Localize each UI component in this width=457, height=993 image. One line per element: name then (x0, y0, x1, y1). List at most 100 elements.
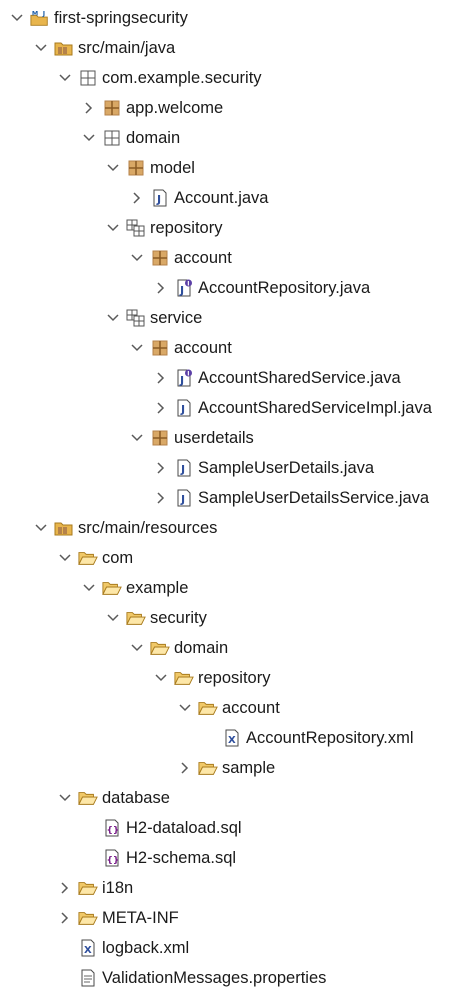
tree-item-account[interactable]: account (0, 243, 232, 273)
svg-text:{}: {} (107, 826, 120, 836)
chevron-right-icon[interactable] (154, 460, 168, 476)
tree-item-label: src/main/java (78, 39, 176, 57)
tree-item-label: repository (198, 669, 271, 687)
chevron-right-icon[interactable] (82, 100, 96, 116)
tree-item-label: sample (222, 759, 276, 777)
tree-item-repository[interactable]: repository (0, 663, 270, 693)
tree-item-label: logback.xml (102, 939, 190, 957)
tree-item-label: account (174, 339, 232, 357)
tree-item-label: META-INF (102, 909, 179, 927)
tree-item-accountrepository-xml[interactable]: X AccountRepository.xml (0, 723, 414, 753)
package-empty-icon (78, 69, 98, 87)
tree-item-database[interactable]: database (0, 783, 170, 813)
folder-open-icon (78, 789, 98, 807)
tree-item-app-welcome[interactable]: app.welcome (0, 93, 223, 123)
chevron-down-icon[interactable] (58, 790, 72, 806)
chevron-right-icon[interactable] (154, 400, 168, 416)
tree-item-label: service (150, 309, 203, 327)
chevron-down-icon[interactable] (106, 160, 120, 176)
tree-item-src-main-resources[interactable]: src/main/resources (0, 513, 217, 543)
tree-item-example[interactable]: example (0, 573, 188, 603)
tree-item-label: account (174, 249, 232, 267)
tree-item-logback-xml[interactable]: X logback.xml (0, 933, 189, 963)
folder-open-icon (174, 669, 194, 687)
java-file-icon: J (150, 189, 170, 207)
tree-item-sampleuserdetailsservice-java[interactable]: J SampleUserDetailsService.java (0, 483, 429, 513)
tree-item-label: account (222, 699, 280, 717)
chevron-down-icon[interactable] (178, 700, 192, 716)
chevron-right-icon[interactable] (58, 910, 72, 926)
chevron-down-icon[interactable] (130, 430, 144, 446)
chevron-down-icon[interactable] (58, 550, 72, 566)
tree-item-label: AccountSharedService.java (198, 369, 401, 387)
tree-item-sample[interactable]: sample (0, 753, 275, 783)
xml-file-icon: X (78, 939, 98, 957)
tree-item-accountsharedserviceimpl-java[interactable]: J AccountSharedServiceImpl.java (0, 393, 432, 423)
tree-item-i18n[interactable]: i18n (0, 873, 133, 903)
folder-open-icon (78, 879, 98, 897)
chevron-down-icon[interactable] (34, 520, 48, 536)
tree-item-repository[interactable]: repository (0, 213, 222, 243)
tree-item-label: domain (174, 639, 229, 657)
package-icon (150, 429, 170, 447)
chevron-right-icon[interactable] (154, 280, 168, 296)
folder-open-icon (78, 909, 98, 927)
chevron-down-icon[interactable] (10, 10, 24, 26)
tree-item-service[interactable]: service (0, 303, 202, 333)
tree-item-model[interactable]: model (0, 153, 195, 183)
tree-item-label: ValidationMessages.properties (102, 969, 327, 987)
tree-item-label: SampleUserDetails.java (198, 459, 375, 477)
tree-item-label: SampleUserDetailsService.java (198, 489, 430, 507)
tree-item-com-example-security[interactable]: com.example.security (0, 63, 262, 93)
svg-text:X: X (84, 945, 92, 956)
tree-item-domain[interactable]: domain (0, 633, 228, 663)
tree-item-label: Account.java (174, 189, 269, 207)
tree-item-account[interactable]: account (0, 333, 232, 363)
sql-file-icon: {} (102, 849, 122, 867)
sql-file-icon: {} (102, 819, 122, 837)
chevron-down-icon[interactable] (106, 610, 120, 626)
tree-item-first-springsecurity[interactable]: M J first-springsecurity (0, 3, 188, 33)
chevron-right-icon[interactable] (58, 880, 72, 896)
project-explorer-tree: M J first-springsecurity src/main/java c… (0, 0, 457, 990)
chevron-down-icon[interactable] (106, 310, 120, 326)
tree-item-account-java[interactable]: J Account.java (0, 183, 268, 213)
tree-item-account[interactable]: account (0, 693, 280, 723)
tree-item-label: first-springsecurity (54, 9, 188, 27)
chevron-down-icon[interactable] (130, 340, 144, 356)
tree-item-sampleuserdetails-java[interactable]: J SampleUserDetails.java (0, 453, 374, 483)
chevron-down-icon[interactable] (154, 670, 168, 686)
chevron-right-icon[interactable] (154, 370, 168, 386)
java-interface-icon: J I (174, 369, 194, 387)
chevron-down-icon[interactable] (106, 220, 120, 236)
tree-item-userdetails[interactable]: userdetails (0, 423, 254, 453)
tree-item-accountrepository-java[interactable]: J I AccountRepository.java (0, 273, 370, 303)
chevron-right-icon[interactable] (178, 760, 192, 776)
svg-text:M: M (32, 10, 38, 17)
tree-item-label: userdetails (174, 429, 254, 447)
tree-item-accountsharedservice-java[interactable]: J I AccountSharedService.java (0, 363, 401, 393)
source-folder-icon (54, 519, 74, 537)
chevron-right-icon[interactable] (154, 490, 168, 506)
chevron-down-icon[interactable] (58, 70, 72, 86)
chevron-down-icon[interactable] (34, 40, 48, 56)
tree-item-src-main-java[interactable]: src/main/java (0, 33, 175, 63)
tree-item-h2-schema-sql[interactable]: {} H2-schema.sql (0, 843, 236, 873)
chevron-down-icon[interactable] (82, 580, 96, 596)
tree-item-com[interactable]: com (0, 543, 133, 573)
chevron-down-icon[interactable] (130, 250, 144, 266)
tree-item-label: repository (150, 219, 223, 237)
tree-item-meta-inf[interactable]: META-INF (0, 903, 179, 933)
package-icon (150, 339, 170, 357)
chevron-down-icon[interactable] (130, 640, 144, 656)
tree-item-label: AccountRepository.java (198, 279, 371, 297)
tree-item-h2-dataload-sql[interactable]: {} H2-dataload.sql (0, 813, 242, 843)
tree-item-validationmessages-properties[interactable]: ValidationMessages.properties (0, 963, 326, 993)
tree-item-domain[interactable]: domain (0, 123, 180, 153)
chevron-down-icon[interactable] (82, 130, 96, 146)
svg-text:I: I (187, 371, 189, 378)
tree-item-security[interactable]: security (0, 603, 207, 633)
chevron-right-icon[interactable] (130, 190, 144, 206)
